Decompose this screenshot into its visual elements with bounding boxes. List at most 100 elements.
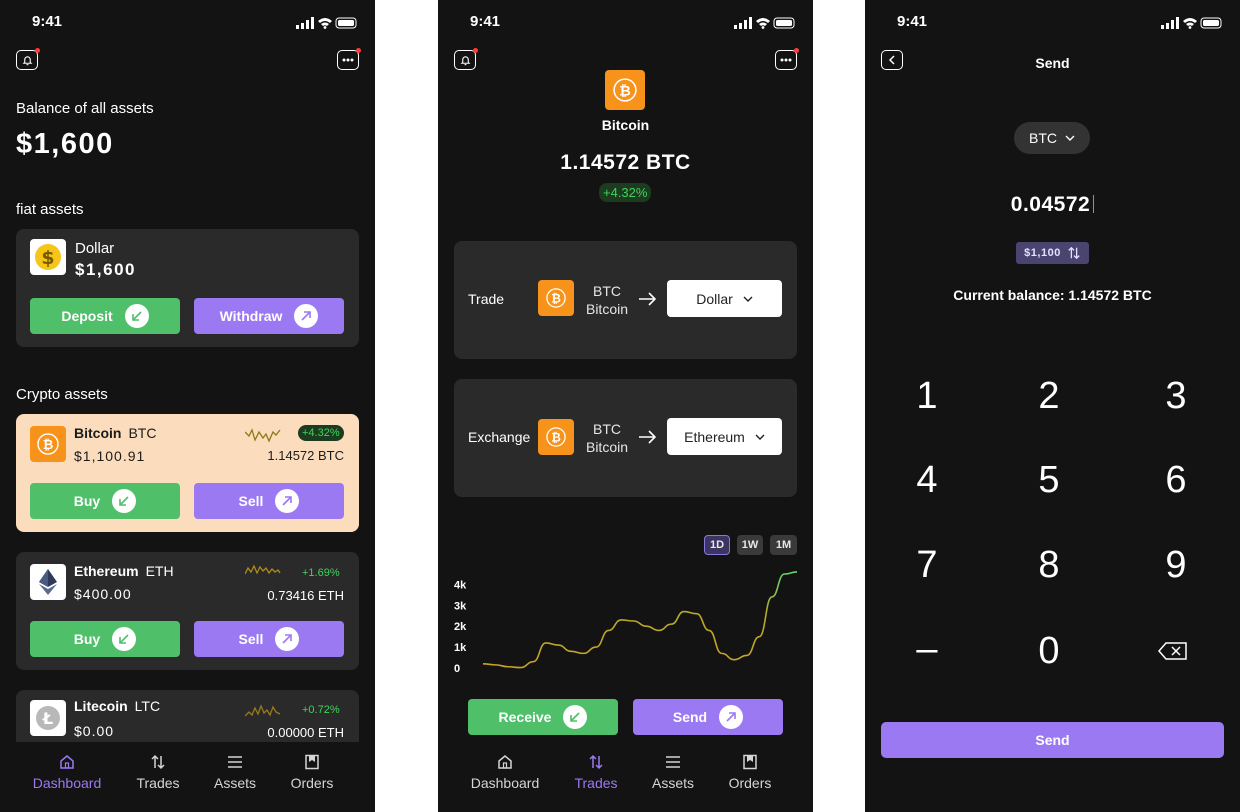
arrow-down-left-icon	[112, 627, 137, 651]
status-time: 9:41	[32, 13, 63, 30]
coin-name: Bitcoin	[74, 425, 122, 441]
tab-label: Orders	[728, 775, 772, 791]
coin-change-badge: +0.72%	[302, 704, 340, 716]
svg-text:₿: ₿	[551, 292, 561, 306]
fiat-value: $1,600	[75, 260, 136, 279]
send-confirm-button[interactable]: Send	[881, 722, 1224, 758]
coin-title: Litecoin LTC	[74, 698, 160, 714]
arrow-up-right-icon	[275, 627, 300, 651]
bitcoin-icon: ₿	[30, 426, 66, 462]
arrow-right-icon	[639, 430, 656, 444]
buy-button[interactable]: Buy	[30, 621, 180, 657]
range-1m-button[interactable]: 1M	[770, 535, 797, 555]
arrow-up-right-icon	[294, 304, 319, 328]
tab-dashboard[interactable]: Dashboard	[465, 754, 545, 791]
more-button[interactable]	[337, 48, 361, 70]
exchange-target-dropdown[interactable]: Ethereum	[667, 418, 782, 455]
key-minus[interactable]: –	[877, 628, 977, 671]
more-button[interactable]	[775, 48, 799, 70]
key-1[interactable]: 1	[877, 375, 977, 418]
status-icons	[734, 16, 796, 34]
chevron-down-icon	[743, 296, 753, 302]
coin-value: $0.00	[74, 723, 115, 739]
sell-label: Sell	[238, 631, 264, 647]
coin-symbol: LTC	[134, 698, 161, 714]
chevron-down-icon	[1065, 135, 1075, 141]
sparkline-icon	[245, 564, 281, 575]
amount-input[interactable]: 0.04572	[865, 193, 1240, 217]
trade-label: Trade	[468, 291, 505, 307]
more-dot	[356, 48, 361, 53]
tab-orders[interactable]: Orders	[272, 754, 352, 791]
send-button[interactable]: Send	[633, 699, 783, 735]
tab-label: Orders	[290, 775, 334, 791]
sell-button[interactable]: Sell	[194, 483, 344, 519]
tab-label: Dashboard	[470, 775, 540, 791]
key-8[interactable]: 8	[999, 544, 1099, 587]
notification-button[interactable]	[16, 48, 40, 70]
tab-trades[interactable]: Trades	[556, 754, 636, 791]
dashboard-screen: 9:41 Balance of all assets $1,600 fiat a…	[0, 0, 375, 812]
coin-change-badge: +1.69%	[302, 567, 340, 579]
bookmark-icon	[305, 754, 319, 770]
tab-label: Assets	[213, 775, 256, 791]
arrow-down-left-icon	[112, 489, 137, 513]
tab-trades[interactable]: Trades	[118, 754, 198, 791]
bell-icon	[460, 55, 470, 65]
key-2[interactable]: 2	[999, 375, 1099, 418]
bell-icon	[22, 55, 32, 65]
buy-label: Buy	[73, 631, 101, 647]
currency-selector[interactable]: BTC	[1014, 122, 1090, 154]
y-tick-label: 1k	[454, 642, 467, 654]
status-icons	[296, 16, 358, 34]
arrow-down-left-icon	[124, 304, 149, 328]
price-chart: 0 1k 2k 3k 4k	[454, 571, 798, 675]
tab-label: Assets	[651, 775, 694, 791]
backspace-key[interactable]	[1158, 642, 1188, 665]
trade-target-dropdown[interactable]: Dollar	[667, 280, 782, 317]
key-5[interactable]: 5	[999, 459, 1099, 502]
bitcoin-icon: ₿	[538, 280, 574, 316]
arrow-down-left-icon	[563, 705, 588, 729]
key-4[interactable]: 4	[877, 459, 977, 502]
key-6[interactable]: 6	[1126, 459, 1226, 502]
bookmark-icon	[743, 754, 757, 770]
more-dots-icon	[342, 58, 354, 62]
withdraw-button[interactable]: Withdraw	[194, 298, 344, 334]
range-1d-button[interactable]: 1D	[704, 535, 730, 555]
range-1w-button[interactable]: 1W	[737, 535, 763, 555]
tab-assets[interactable]: Assets	[633, 754, 713, 791]
notification-dot	[35, 48, 40, 53]
exchange-card: Exchange ₿ BTC Bitcoin Ethereum	[454, 379, 797, 497]
y-tick-label: 3k	[454, 600, 467, 612]
tab-label: Dashboard	[32, 775, 102, 791]
change-badge: +4.32%	[599, 183, 652, 202]
key-3[interactable]: 3	[1126, 375, 1226, 418]
tab-assets[interactable]: Assets	[195, 754, 275, 791]
swap-vertical-icon	[589, 754, 603, 770]
status-icons	[1161, 16, 1223, 34]
send-screen: 9:41 Send BTC 0.04572 $1,100 Current bal…	[865, 0, 1240, 812]
receive-button[interactable]: Receive	[468, 699, 618, 735]
sell-button[interactable]: Sell	[194, 621, 344, 657]
crypto-card-ethereum[interactable]: Ethereum ETH $400.00 +1.69% 0.73416 ETH B…	[16, 552, 359, 670]
y-tick-label: 4k	[454, 579, 467, 591]
key-7[interactable]: 7	[877, 544, 977, 587]
trade-card: Trade ₿ BTC Bitcoin Dollar	[454, 241, 797, 359]
currency-value: BTC	[1029, 130, 1057, 146]
status-bar: 9:41	[865, 0, 1240, 44]
tab-dashboard[interactable]: Dashboard	[27, 754, 107, 791]
tab-orders[interactable]: Orders	[710, 754, 790, 791]
swap-vertical-icon	[1068, 246, 1080, 260]
buy-button[interactable]: Buy	[30, 483, 180, 519]
svg-text:Ł: Ł	[42, 709, 53, 728]
notification-button[interactable]	[454, 48, 478, 70]
key-0[interactable]: 0	[999, 630, 1099, 673]
dropdown-value: Ethereum	[684, 428, 745, 445]
crypto-card-bitcoin[interactable]: ₿ Bitcoin BTC $1,100.91 +4.32% 1.14572 BT…	[16, 414, 359, 532]
key-9[interactable]: 9	[1126, 544, 1226, 587]
fiat-equivalent-toggle[interactable]: $1,100	[1016, 242, 1089, 264]
deposit-button[interactable]: Deposit	[30, 298, 180, 334]
current-balance: Current balance: 1.14572 BTC	[953, 287, 1152, 303]
balance-value: $1,600	[16, 128, 114, 160]
